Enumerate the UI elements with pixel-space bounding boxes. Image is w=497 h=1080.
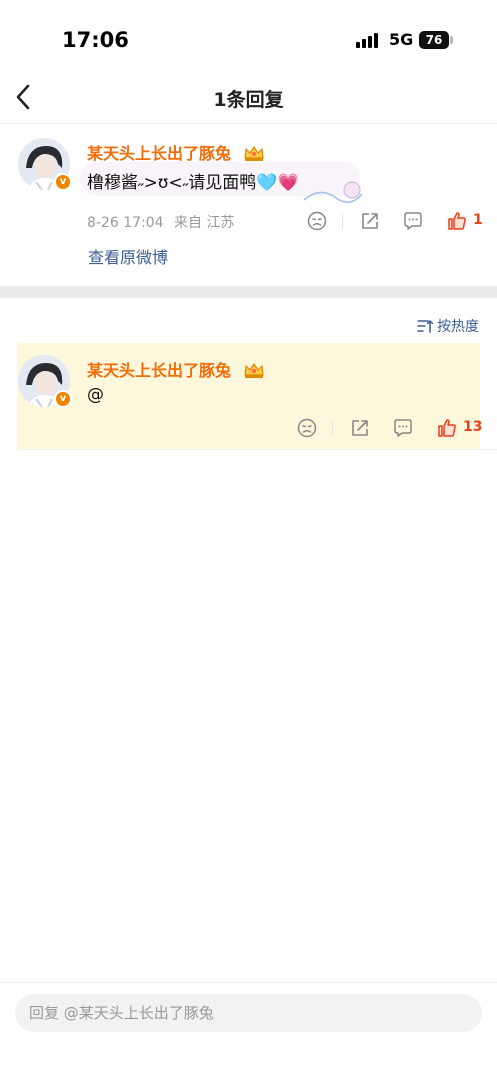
crown-icon: [243, 362, 264, 378]
battery-icon: 76: [419, 31, 449, 49]
like-icon[interactable]: [446, 210, 468, 232]
username[interactable]: 某天头上长出了豚兔: [87, 140, 265, 164]
nav-bar: 1条回复: [0, 72, 497, 124]
username-text: 某天头上长出了豚兔: [87, 144, 232, 163]
verified-badge-icon: v: [54, 390, 72, 408]
view-original-link[interactable]: 查看原微博: [88, 244, 168, 268]
reply-actions: 13: [296, 417, 486, 439]
like-icon[interactable]: [436, 417, 458, 439]
share-icon[interactable]: [359, 210, 381, 232]
sort-icon: [417, 320, 434, 333]
reply-input[interactable]: 回复 @某天头上长出了豚兔: [15, 994, 482, 1032]
avatar[interactable]: v: [18, 138, 72, 191]
page-title: 1条回复: [213, 89, 284, 111]
bubble-decoration-icon: [303, 181, 363, 203]
comment-icon[interactable]: [392, 417, 414, 439]
action-divider: [342, 213, 343, 229]
sort-label: 按热度: [437, 319, 479, 335]
username-text: 某天头上长出了豚兔: [87, 361, 232, 380]
original-comment: v 某天头上长出了豚兔 橹穆酱˶>ʊ<˶请见面鸭🩵💗 8-26 17:04 来自…: [0, 124, 497, 286]
dislike-icon[interactable]: [306, 210, 328, 232]
comment-meta: 8-26 17:04 来自 江苏: [87, 212, 240, 232]
share-icon[interactable]: [349, 417, 371, 439]
comment-text: 橹穆酱˶>ʊ<˶请见面鸭🩵💗: [87, 173, 299, 193]
status-time: 17:06: [62, 28, 129, 52]
bottom-bar: 回复 @某天头上长出了豚兔: [0, 982, 497, 1080]
comment-date: 8-26 17:04: [87, 215, 164, 231]
sort-toggle[interactable]: 按热度: [417, 316, 479, 336]
username[interactable]: 某天头上长出了豚兔: [87, 357, 265, 381]
section-divider: [0, 286, 497, 298]
network-label: 5G: [389, 30, 414, 49]
action-divider: [332, 420, 333, 436]
comment-icon[interactable]: [402, 210, 424, 232]
verified-badge-icon: v: [54, 173, 72, 191]
comment-actions: 1: [306, 210, 486, 232]
like-count: 1: [473, 212, 483, 228]
reply-text: @: [87, 385, 104, 405]
crown-icon: [243, 145, 264, 161]
reply-comment: v 某天头上长出了豚兔 @ 13: [0, 343, 497, 449]
battery-tip: [450, 36, 453, 44]
signal-icon: [356, 32, 382, 48]
status-bar: 17:06 5G 76: [0, 0, 497, 72]
reply-divider: [17, 449, 497, 450]
avatar[interactable]: v: [18, 355, 72, 408]
like-count: 13: [463, 419, 483, 435]
dislike-icon[interactable]: [296, 417, 318, 439]
comment-source: 来自 江苏: [174, 215, 235, 231]
